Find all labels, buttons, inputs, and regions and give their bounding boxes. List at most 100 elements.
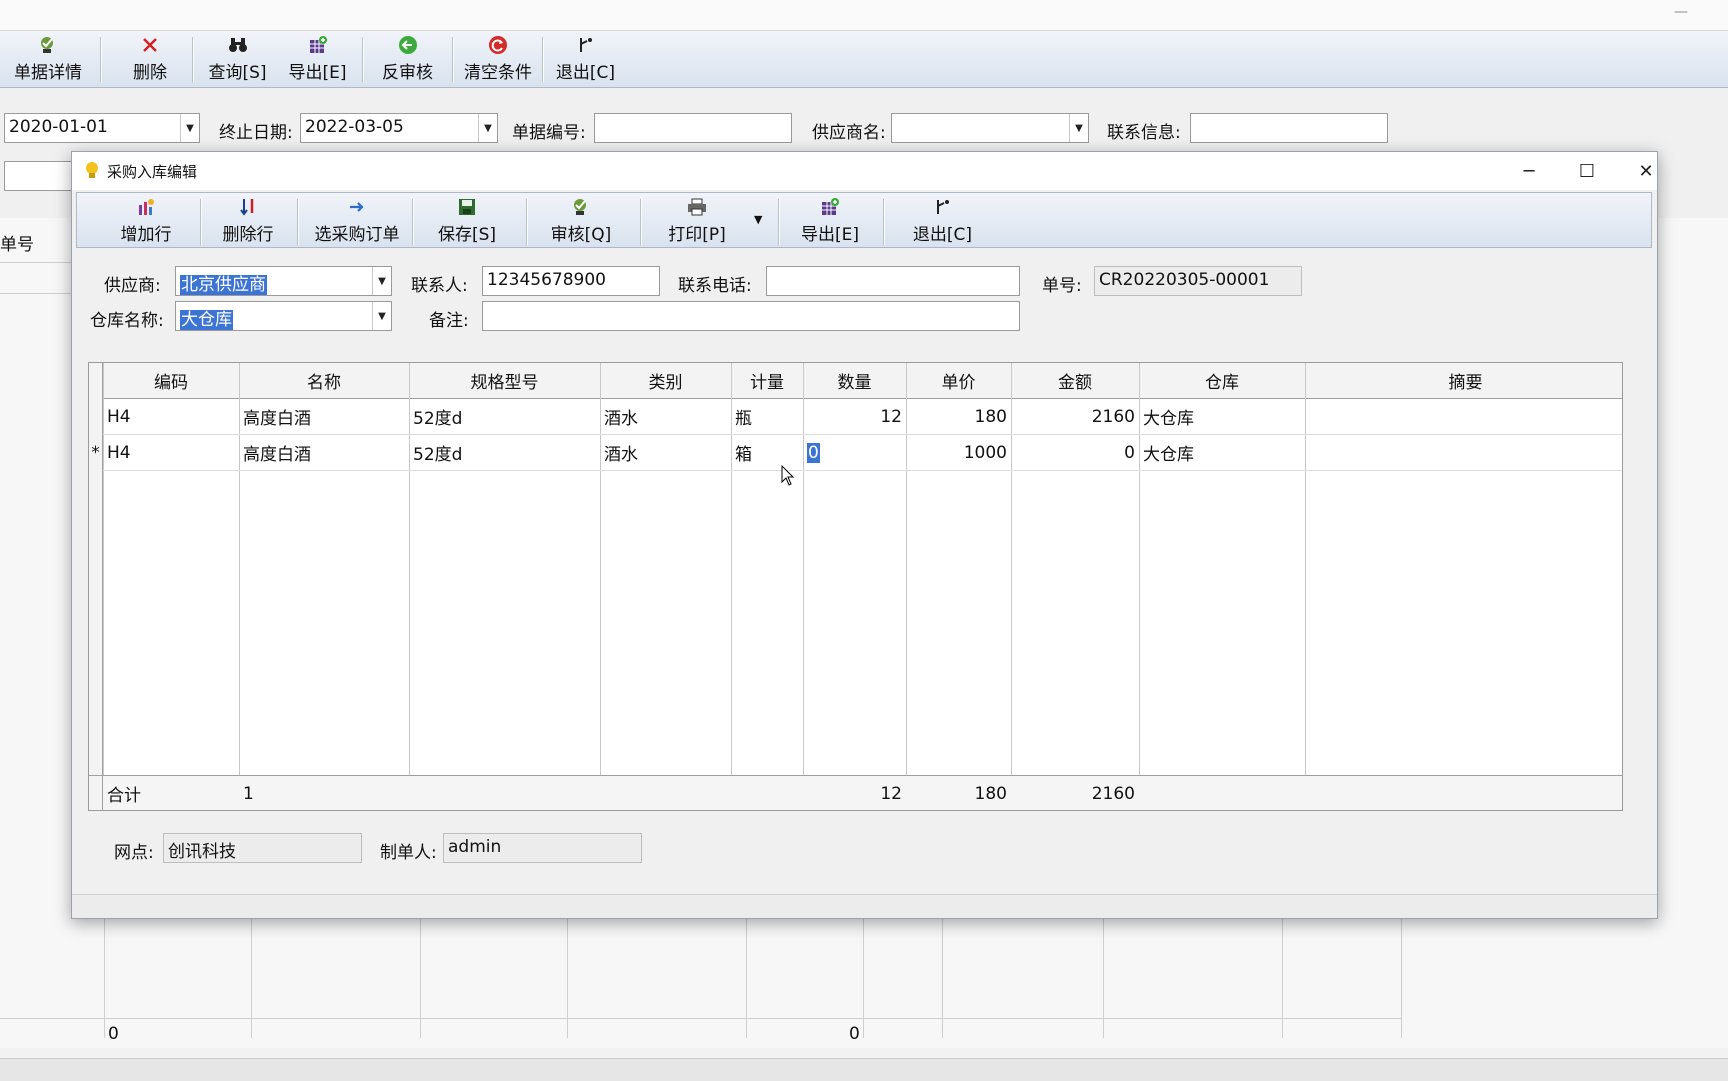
remark-input[interactable] — [482, 301, 1020, 331]
row-indicator — [89, 399, 103, 435]
contact-person-label: 联系人: — [411, 276, 468, 296]
col-header-amount[interactable]: 金额 — [1011, 363, 1139, 399]
maximize-icon[interactable]: ☐ — [1567, 156, 1607, 186]
end-date-label: 终止日期: — [219, 123, 293, 143]
cell-qty-editing[interactable]: 0 — [803, 435, 906, 470]
minimize-icon[interactable]: ─ — [1509, 156, 1549, 186]
cell-price[interactable]: 1000 — [906, 435, 1011, 470]
dialog-title: 采购入库编辑 — [107, 163, 198, 181]
col-header-summary[interactable]: 摘要 — [1305, 363, 1622, 399]
mouse-cursor-icon — [781, 464, 795, 492]
supplier-label: 供应商: — [104, 276, 161, 296]
branch-field: 创讯科技 — [163, 833, 362, 863]
save-button[interactable]: 保存[S] — [422, 197, 512, 247]
cell-amount[interactable]: 2160 — [1011, 399, 1139, 434]
add-row-button[interactable]: 增加行 — [105, 197, 187, 247]
delete-x-icon — [140, 35, 160, 55]
dialog-statusbar — [72, 894, 1657, 918]
cell-category[interactable]: 酒水 — [600, 399, 731, 434]
cell-unit[interactable]: 瓶 — [731, 399, 803, 434]
add-row-icon — [136, 197, 156, 217]
export-button[interactable]: 导出[E] — [280, 35, 355, 85]
query-button[interactable]: 查询[S] — [200, 35, 275, 85]
delete-row-button[interactable]: 删除行 — [207, 197, 289, 247]
cell-qty[interactable]: 12 — [803, 399, 906, 434]
printer-icon — [687, 197, 707, 217]
binoculars-icon — [228, 35, 248, 55]
cell-spec[interactable]: 52度d — [409, 399, 600, 434]
cell-price[interactable]: 180 — [906, 399, 1011, 434]
print-button[interactable]: 打印[P] — [652, 197, 742, 247]
col-header-warehouse[interactable]: 仓库 — [1139, 363, 1305, 399]
contact-info-input[interactable] — [1190, 113, 1388, 143]
col-header-spec[interactable]: 规格型号 — [409, 363, 600, 399]
maker-field: admin — [443, 833, 642, 863]
contact-info-label: 联系信息: — [1107, 123, 1181, 143]
main-window-titlebar: — — [0, 0, 1728, 31]
exit-button[interactable]: 退出[C] — [895, 197, 990, 247]
cell-name[interactable]: 高度白酒 — [239, 399, 409, 434]
col-header-qty[interactable]: 数量 — [803, 363, 906, 399]
arrow-right-icon — [347, 197, 367, 217]
table-row[interactable]: * H4 高度白酒 52度d 酒水 箱 0 1000 0 大仓库 — [89, 435, 1622, 471]
supplier-select[interactable]: 北京供应商 ▼ — [175, 266, 392, 296]
delete-button[interactable]: 删除 — [110, 35, 190, 85]
supplier-name-field[interactable]: ▼ — [891, 113, 1089, 143]
cell-code[interactable]: H4 — [103, 399, 239, 434]
cell-summary[interactable] — [1305, 435, 1622, 470]
end-date-field[interactable]: 2022-03-05 ▼ — [300, 113, 498, 143]
bg-footer-qty: 0 — [849, 1024, 860, 1044]
cell-warehouse[interactable]: 大仓库 — [1139, 435, 1305, 470]
maker-label: 制单人: — [380, 843, 437, 863]
col-header-name[interactable]: 名称 — [239, 363, 409, 399]
footer-label: 合计 — [107, 786, 141, 806]
contact-person-input[interactable]: 12345678900 — [482, 266, 660, 296]
cell-warehouse[interactable]: 大仓库 — [1139, 399, 1305, 434]
export-grid-icon — [820, 197, 840, 217]
chevron-down-icon[interactable]: ▼ — [180, 114, 199, 142]
col-header-unit[interactable]: 计量 — [731, 363, 803, 399]
approve-button[interactable]: 审核[Q] — [536, 197, 626, 247]
clear-conditions-button[interactable]: 清空条件 — [458, 35, 538, 85]
dialog-toolbar: 增加行 删除行 选采购订单 保存[S] 审核[Q] 打印[P] ▼ 导出[E] … — [76, 192, 1652, 248]
col-header-code[interactable]: 编码 — [103, 363, 239, 399]
select-purchase-order-button[interactable]: 选采购订单 — [307, 197, 407, 247]
doc-no-label: 单据编号: — [512, 123, 586, 143]
detail-button[interactable]: 单据详情 — [8, 35, 88, 85]
footer-amount: 2160 — [1091, 783, 1135, 804]
purchase-inbound-edit-dialog: 采购入库编辑 ─ ☐ ✕ 增加行 删除行 选采购订单 保存[S] 审核[Q] 打… — [71, 151, 1658, 919]
table-row[interactable]: H4 高度白酒 52度d 酒水 瓶 12 180 2160 大仓库 — [89, 399, 1622, 435]
remark-label: 备注: — [429, 311, 469, 331]
close-icon[interactable]: ✕ — [1626, 156, 1666, 186]
minimize-icon[interactable]: — — [1674, 4, 1688, 20]
cell-category[interactable]: 酒水 — [600, 435, 731, 470]
main-toolbar: 单据详情 删除 查询[S] 导出[E] 反审核 清空条件 退出[C] — [0, 31, 1728, 88]
chevron-down-icon[interactable]: ▼ — [372, 267, 391, 295]
chevron-down-icon[interactable]: ▼ — [372, 302, 391, 330]
chevron-down-icon[interactable]: ▼ — [1069, 114, 1088, 142]
unapprove-button[interactable]: 反审核 — [370, 35, 445, 85]
cell-summary[interactable] — [1305, 399, 1622, 434]
phone-input[interactable] — [766, 266, 1020, 296]
cell-code[interactable]: H4 — [103, 435, 239, 470]
footer-count: 1 — [243, 783, 254, 804]
start-date-field[interactable]: 2020-01-01 ▼ — [4, 113, 200, 143]
row-indicator: * — [89, 435, 103, 471]
cell-spec[interactable]: 52度d — [409, 435, 600, 470]
export-button[interactable]: 导出[E] — [785, 197, 875, 247]
doc-no-input[interactable] — [594, 113, 792, 143]
col-header-category[interactable]: 类别 — [600, 363, 731, 399]
grid-footer: 合计 1 12 180 2160 — [89, 775, 1622, 810]
save-disk-icon — [457, 197, 477, 217]
green-arrow-icon — [398, 35, 418, 55]
chevron-down-icon[interactable]: ▼ — [478, 114, 497, 142]
warehouse-select[interactable]: 大仓库 ▼ — [175, 301, 392, 331]
export-grid-icon — [308, 35, 328, 55]
footer-price: 180 — [974, 783, 1007, 804]
cell-amount[interactable]: 0 — [1011, 435, 1139, 470]
phone-label: 联系电话: — [678, 276, 752, 296]
print-dropdown-chevron-icon[interactable]: ▼ — [754, 213, 762, 226]
exit-button[interactable]: 退出[C] — [548, 35, 623, 85]
cell-name[interactable]: 高度白酒 — [239, 435, 409, 470]
col-header-price[interactable]: 单价 — [906, 363, 1011, 399]
